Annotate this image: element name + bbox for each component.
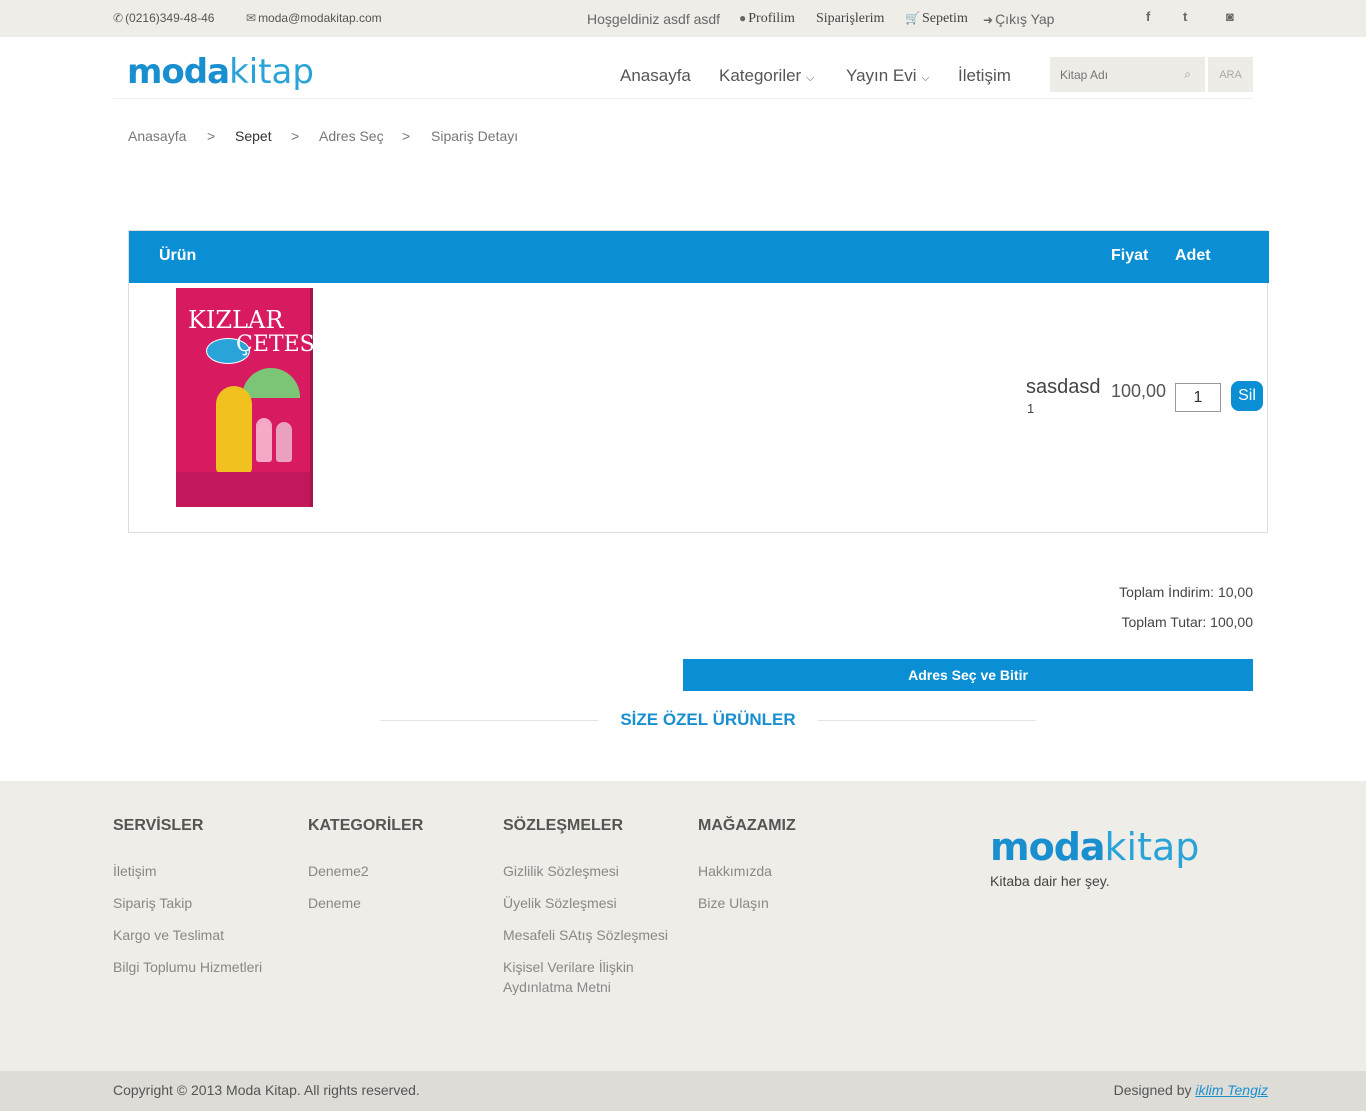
footer-link[interactable]: Mesafeli SAtış Sözleşmesi xyxy=(503,925,678,945)
select-address-finish-button[interactable]: Adres Seç ve Bitir xyxy=(683,659,1253,691)
header-price: Fiyat xyxy=(1111,247,1149,264)
book-cover-image[interactable]: KIZLAR ÇETESİ xyxy=(176,288,323,507)
footer-tagline: Kitaba dair her şey. xyxy=(990,873,1110,889)
copyright-text: Copyright © 2013 Moda Kitap. All rights … xyxy=(113,1082,420,1098)
footer-link[interactable]: Kargo ve Teslimat xyxy=(113,925,262,945)
kid-figure xyxy=(256,418,272,462)
cart-table-header: Ürün Fiyat Adet xyxy=(129,231,1269,283)
logo-part2: kitap xyxy=(1104,825,1200,869)
footer-services-title: SERVİSLER xyxy=(113,817,204,834)
quantity-input[interactable] xyxy=(1175,383,1221,412)
profile-label: Profilim xyxy=(748,11,795,26)
special-products-title: SİZE ÖZEL ÜRÜNLER xyxy=(620,710,796,729)
footer-link[interactable]: İletişim xyxy=(113,861,262,881)
search-icon[interactable]: ⌕ xyxy=(1184,67,1191,82)
envelope-icon: ✉ xyxy=(246,11,257,25)
orders-link[interactable]: Siparişlerim xyxy=(816,11,884,27)
total-discount: Toplam İndirim: 10,00 xyxy=(1119,584,1253,600)
phone-icon: ✆ xyxy=(113,11,124,25)
top-bar: ✆ (0216)349-48-46 ✉ moda@modakitap.com Hoş… xyxy=(0,0,1366,37)
kid-figure xyxy=(276,422,292,462)
footer-link[interactable]: Hakkımızda xyxy=(698,861,796,881)
cart-link[interactable]: 🛒 Sepetim xyxy=(905,11,968,27)
chevron-down-icon: ⌵ xyxy=(805,72,815,84)
copyright-bar: Copyright © 2013 Moda Kitap. All rights … xyxy=(0,1071,1366,1111)
product-price: 100,00 xyxy=(1111,381,1167,401)
nav-publisher[interactable]: Yayın Evi ⌵ xyxy=(846,66,930,86)
chevron-down-icon: ⌵ xyxy=(921,72,930,84)
search-input[interactable] xyxy=(1050,57,1170,92)
footer-categories: KATEGORİLER Deneme2 Deneme xyxy=(308,817,423,925)
breadcrumb-separator: > xyxy=(402,128,411,144)
total-amount: Toplam Tutar: 100,00 xyxy=(1121,614,1253,630)
breadcrumb-separator: > xyxy=(291,128,300,144)
delete-button[interactable]: Sil xyxy=(1231,381,1263,411)
phone-info: ✆ (0216)349-48-46 xyxy=(113,11,214,25)
phone-text: (0216)349-48-46 xyxy=(125,11,215,25)
cart-table: Ürün Fiyat Adet KIZLAR ÇETESİ sasdasd 1 … xyxy=(128,230,1269,533)
footer-logo: modakitap xyxy=(990,825,1199,869)
footer-link[interactable]: Deneme2 xyxy=(308,861,423,881)
logo-part2: kitap xyxy=(229,52,314,92)
cover-ground xyxy=(176,472,310,507)
logo-part1: moda xyxy=(127,52,230,92)
book-cover-title-1: KIZLAR xyxy=(188,306,284,334)
girl-figure xyxy=(216,386,252,474)
logout-label: Çıkış Yap xyxy=(995,11,1055,27)
profile-link[interactable]: ● Profilim xyxy=(739,11,795,27)
breadcrumb-home[interactable]: Anasayfa xyxy=(128,128,186,144)
nav-categories[interactable]: Kategoriler ⌵ xyxy=(719,66,814,86)
footer-store-title: MAĞAZAMIZ xyxy=(698,817,796,834)
footer-services: SERVİSLER İletişim Sipariş Takip Kargo v… xyxy=(113,817,262,989)
welcome-text: Hoşgeldiniz asdf asdf xyxy=(587,11,721,27)
breadcrumb-separator: > xyxy=(207,128,216,144)
logout-link[interactable]: ➜ Çıkış Yap xyxy=(983,11,1054,27)
cart-icon: 🛒 xyxy=(905,11,920,25)
footer-link[interactable]: Gizlilik Sözleşmesi xyxy=(503,861,678,881)
instagram-icon[interactable]: ◙ xyxy=(1226,9,1234,24)
footer-contracts: SÖZLEŞMELER Gizlilik Sözleşmesi Üyelik S… xyxy=(503,817,678,1009)
designed-by-label: Designed by xyxy=(1113,1082,1192,1098)
sign-out-icon: ➜ xyxy=(983,13,994,27)
nav-contact[interactable]: İletişim xyxy=(958,66,1011,86)
designer-credit: Designed by iklim Tengiz xyxy=(1114,1082,1268,1098)
facebook-icon[interactable]: f xyxy=(1146,9,1150,24)
email-info: ✉ moda@modakitap.com xyxy=(246,11,382,25)
breadcrumb-address[interactable]: Adres Seç xyxy=(319,128,384,144)
search-button[interactable]: ARA xyxy=(1208,57,1253,92)
header-product: Ürün xyxy=(159,247,197,264)
breadcrumb-order-detail[interactable]: Sipariş Detayı xyxy=(431,128,518,144)
footer-link[interactable]: Bize Ulaşın xyxy=(698,893,796,913)
footer-link[interactable]: Üyelik Sözleşmesi xyxy=(503,893,678,913)
breadcrumb-cart[interactable]: Sepet xyxy=(235,128,272,144)
footer-contracts-title: SÖZLEŞMELER xyxy=(503,817,624,834)
header-divider xyxy=(113,98,1253,99)
cart-label: Sepetim xyxy=(921,11,968,26)
book-cover-title-2: ÇETESİ xyxy=(236,332,324,357)
footer-categories-title: KATEGORİLER xyxy=(308,817,424,834)
footer-link[interactable]: Bilgi Toplumu Hizmetleri xyxy=(113,957,262,977)
logo-part1: moda xyxy=(990,825,1106,869)
product-subtext: 1 xyxy=(1027,401,1035,416)
footer-link[interactable]: Kişisel Verilare İlişkin Aydınlatma Metn… xyxy=(503,957,678,997)
user-icon: ● xyxy=(739,11,747,25)
email-text: moda@modakitap.com xyxy=(258,11,382,25)
footer-store: MAĞAZAMIZ Hakkımızda Bize Ulaşın xyxy=(698,817,796,925)
search-box: ⌕ xyxy=(1050,57,1205,92)
nav-publisher-label: Yayın Evi xyxy=(846,66,917,85)
footer-link[interactable]: Deneme xyxy=(308,893,423,913)
site-logo[interactable]: modakitap xyxy=(127,52,314,92)
footer-link[interactable]: Sipariş Takip xyxy=(113,893,262,913)
footer: SERVİSLER İletişim Sipariş Takip Kargo v… xyxy=(0,781,1366,1071)
designer-link[interactable]: iklim Tengiz xyxy=(1195,1082,1268,1098)
product-name[interactable]: sasdasd xyxy=(1026,376,1101,399)
nav-home[interactable]: Anasayfa xyxy=(620,66,691,86)
umbrella-shape xyxy=(242,368,300,398)
nav-categories-label: Kategoriler xyxy=(719,66,802,85)
header-qty: Adet xyxy=(1175,247,1211,264)
twitter-icon[interactable]: t xyxy=(1183,9,1187,24)
